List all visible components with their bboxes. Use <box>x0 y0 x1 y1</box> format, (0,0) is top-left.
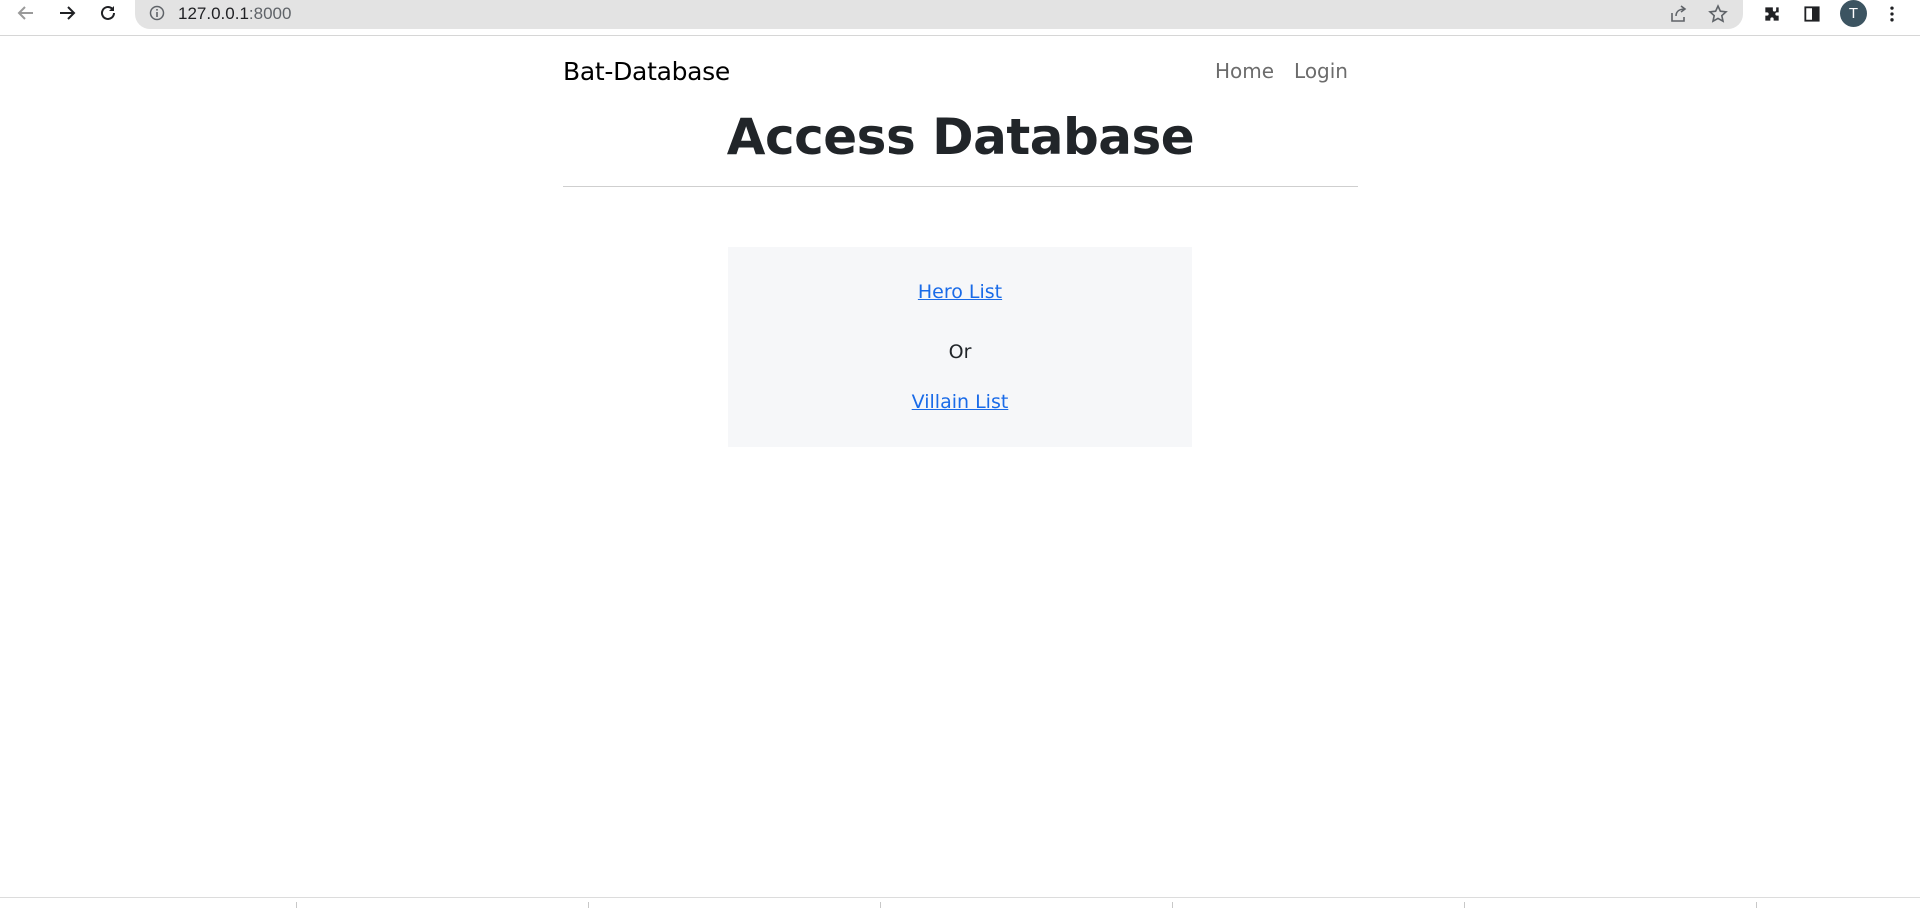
back-button[interactable] <box>10 0 42 26</box>
forward-button[interactable] <box>51 0 83 26</box>
bottom-divider <box>0 897 1920 898</box>
divider <box>563 186 1358 187</box>
or-text: Or <box>948 341 972 363</box>
extensions-icon[interactable] <box>1760 2 1784 26</box>
navbar-links: Home Login <box>1215 59 1348 83</box>
villain-list-link[interactable]: Villain List <box>728 391 1192 413</box>
share-icon[interactable] <box>1667 3 1689 25</box>
info-icon[interactable] <box>149 5 165 21</box>
url-text[interactable]: 127.0.0.1:8000 <box>178 4 291 24</box>
ruler-tick <box>1756 902 1757 908</box>
access-card: Hero List Or Villain List <box>728 247 1192 447</box>
ruler-tick <box>588 902 589 908</box>
nav-link-home[interactable]: Home <box>1215 59 1274 83</box>
ruler-tick <box>1172 902 1173 908</box>
page-body: Bat-Database Home Login Access Database … <box>0 37 1920 897</box>
menu-kebab-icon[interactable] <box>1880 2 1904 26</box>
ruler-tick <box>880 902 881 908</box>
browser-toolbar: 127.0.0.1:8000 T <box>0 0 1920 36</box>
back-arrow-icon <box>17 6 33 20</box>
page-title: Access Database <box>726 108 1195 166</box>
nav-link-login[interactable]: Login <box>1294 59 1348 83</box>
ruler-tick <box>1464 902 1465 908</box>
profile-avatar[interactable]: T <box>1840 0 1867 27</box>
reload-icon <box>101 5 115 20</box>
side-panel-icon[interactable] <box>1800 2 1824 26</box>
reload-button[interactable] <box>92 0 124 26</box>
address-bar[interactable]: 127.0.0.1:8000 <box>135 0 1743 29</box>
hero-list-link[interactable]: Hero List <box>728 281 1192 303</box>
url-port: :8000 <box>248 4 292 23</box>
url-host: 127.0.0.1 <box>178 4 249 23</box>
navbar-brand[interactable]: Bat-Database <box>563 57 730 86</box>
forward-arrow-icon <box>60 6 76 20</box>
bookmark-star-icon[interactable] <box>1707 3 1729 25</box>
ruler-tick <box>296 902 297 908</box>
